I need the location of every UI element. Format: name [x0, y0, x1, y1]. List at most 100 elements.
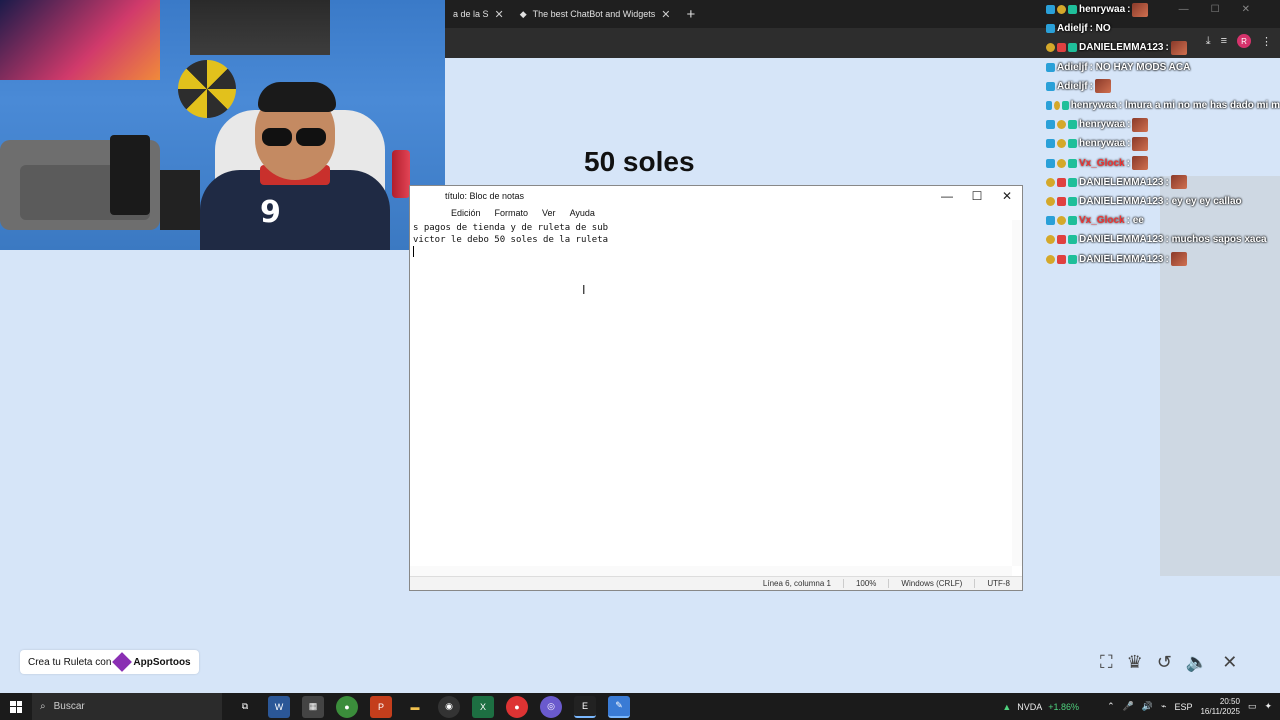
gold-badge-icon — [1057, 158, 1066, 168]
appsortoos-logo-icon — [112, 652, 133, 672]
notepad-titlebar[interactable]: título: Bloc de notas — ☐ ✕ — [410, 186, 1022, 206]
menu-edicion[interactable]: Edición — [451, 208, 481, 218]
chat-text: : — [1126, 157, 1130, 169]
wall-poster — [0, 0, 160, 80]
chat-message: henrywaa: lmura a mi no me has dado mi m — [1046, 96, 1280, 115]
close-button[interactable]: ✕ — [992, 186, 1022, 206]
text-caret — [413, 246, 414, 257]
chat-message: henrywaa: — [1046, 134, 1280, 153]
chat-username: DANIELEMMA123 — [1079, 195, 1164, 207]
minimize-button[interactable]: — — [932, 186, 962, 206]
chat-text: : — [1127, 138, 1131, 150]
chrome-profile-icon[interactable]: ● — [506, 695, 528, 718]
close-tab-icon[interactable]: ✕ — [661, 8, 670, 21]
vertical-scrollbar[interactable] — [1012, 220, 1022, 566]
browser-tab-chatbot[interactable]: ◆ The best ChatBot and Widgets ✕ — [511, 0, 679, 28]
speaker — [110, 135, 150, 215]
keyboard-language[interactable]: ESP — [1174, 702, 1192, 712]
red-badge-icon — [1057, 43, 1066, 53]
stock-name: NVDA — [1017, 701, 1043, 712]
speaker-icon[interactable]: 🔊 — [1142, 701, 1153, 712]
chat-username: henrywaa — [1070, 100, 1117, 112]
network-icon[interactable]: ⌁ — [1161, 701, 1166, 712]
chat-username: Adieljf — [1057, 80, 1088, 92]
teal-badge-icon — [1068, 196, 1077, 206]
blue-badge-icon — [1046, 62, 1055, 72]
chat-message: Adieljf: NO HAY MODS ACA — [1046, 58, 1280, 77]
page-headline: 50 soles — [584, 146, 695, 177]
emote-icon — [1170, 175, 1187, 190]
new-tab-button[interactable]: + — [678, 0, 703, 28]
menu-formato[interactable]: Formato — [495, 208, 529, 218]
menu-ver[interactable]: Ver — [542, 208, 556, 218]
browser-tab[interactable]: a de la S ✕ — [445, 0, 512, 28]
teal-badge-icon — [1068, 120, 1077, 130]
chat-username: Vx_Glock — [1079, 215, 1125, 227]
red-badge-icon — [1057, 177, 1066, 187]
tray-chevron-icon[interactable]: ⌃ — [1107, 701, 1115, 712]
volume-icon[interactable]: 🔈 — [1186, 652, 1208, 673]
chat-username: DANIELEMMA123 — [1079, 42, 1164, 54]
notepad-window[interactable]: título: Bloc de notas — ☐ ✕ Edición Form… — [409, 185, 1023, 591]
promo-brand: AppSortoos — [133, 656, 191, 668]
blue-badge-icon — [1046, 216, 1055, 226]
close-tab-icon[interactable]: ✕ — [495, 8, 504, 21]
discord-icon[interactable]: ◎ — [540, 695, 562, 718]
notepad-icon[interactable]: ✎ — [608, 695, 630, 718]
blue-badge-icon — [1046, 5, 1055, 15]
file-explorer-icon[interactable]: ▬ — [404, 696, 426, 718]
microphone-icon[interactable]: 🎤 — [1123, 701, 1134, 712]
excel-icon[interactable]: X — [472, 695, 494, 718]
chat-message: henrywaa: — [1046, 0, 1280, 19]
chat-text: : — [1127, 4, 1131, 16]
promo-badge[interactable]: Crea tu Ruleta con AppSortoos — [20, 650, 199, 674]
line-endings: Windows (CRLF) — [888, 579, 974, 588]
stock-widget[interactable]: ▲ NVDA +1.86% — [1002, 702, 1079, 712]
obs-icon[interactable]: ◉ — [438, 695, 460, 718]
windows-taskbar: ⌕ Buscar ⧉ W ▦ ● P ▬ ◉ X ● ◎ E ✎ ▲ NVDA … — [0, 693, 1280, 720]
gold-badge-icon — [1057, 139, 1066, 149]
chat-message: DANIELEMMA123: — [1046, 38, 1280, 57]
teal-badge-icon — [1068, 254, 1077, 264]
tab-title: a de la S — [453, 9, 489, 19]
system-tray: ▲ NVDA +1.86% ⌃ 🎤 🔊 ⌁ ESP 20:50 16/11/20… — [1002, 693, 1280, 720]
maximize-button[interactable]: ☐ — [962, 186, 992, 206]
chrome-icon[interactable]: ● — [336, 695, 358, 718]
chat-text: : muchos sapos xaca — [1165, 234, 1267, 246]
store-icon[interactable]: ▦ — [302, 695, 324, 718]
chat-text: : — [1165, 253, 1169, 265]
emote-icon — [1132, 117, 1149, 132]
teal-badge-icon — [1068, 139, 1077, 149]
close-icon[interactable]: ✕ — [1222, 652, 1237, 673]
gold-badge-icon — [1054, 101, 1061, 111]
chat-text: : ey ey ey callao — [1165, 195, 1242, 207]
epic-games-icon[interactable]: E — [574, 695, 596, 718]
chat-username: henrywaa — [1079, 4, 1126, 16]
shirt-number: 9 — [260, 195, 281, 230]
task-view-icon[interactable]: ⧉ — [234, 696, 256, 718]
clock[interactable]: 20:50 16/11/2025 — [1200, 697, 1239, 717]
chat-username: DANIELEMMA123 — [1079, 234, 1164, 246]
reset-icon[interactable]: ↺ — [1157, 652, 1172, 673]
notepad-text-area[interactable]: s pagos de tienda y de ruleta de sub vict… — [410, 220, 1012, 566]
trophy-icon[interactable]: ♛ — [1127, 652, 1143, 673]
side-table — [160, 170, 200, 230]
search-icon: ⌕ — [40, 701, 46, 712]
notepad-title: título: Bloc de notas — [445, 191, 525, 201]
menu-ayuda[interactable]: Ayuda — [570, 208, 595, 218]
taskbar-search[interactable]: ⌕ Buscar — [32, 693, 222, 720]
sunglasses — [262, 128, 330, 146]
emote-icon — [1170, 40, 1187, 55]
gold-badge-icon — [1046, 235, 1055, 245]
powerpoint-icon[interactable]: P — [370, 695, 392, 718]
blue-badge-icon — [1046, 139, 1055, 149]
horizontal-scrollbar[interactable] — [410, 566, 1012, 576]
word-icon[interactable]: W — [268, 695, 290, 718]
fullscreen-icon[interactable]: ⛶ — [1100, 652, 1113, 673]
notifications-icon[interactable]: ▭ — [1248, 701, 1257, 712]
copilot-icon[interactable]: ✦ — [1264, 701, 1272, 712]
start-button[interactable] — [0, 693, 32, 720]
chat-text: : — [1165, 176, 1169, 188]
text-line: s pagos de tienda y de ruleta de sub — [413, 223, 609, 233]
stream-chat: henrywaa: Adieljf: NO DANIELEMMA123: Adielj… — [1046, 0, 1280, 269]
